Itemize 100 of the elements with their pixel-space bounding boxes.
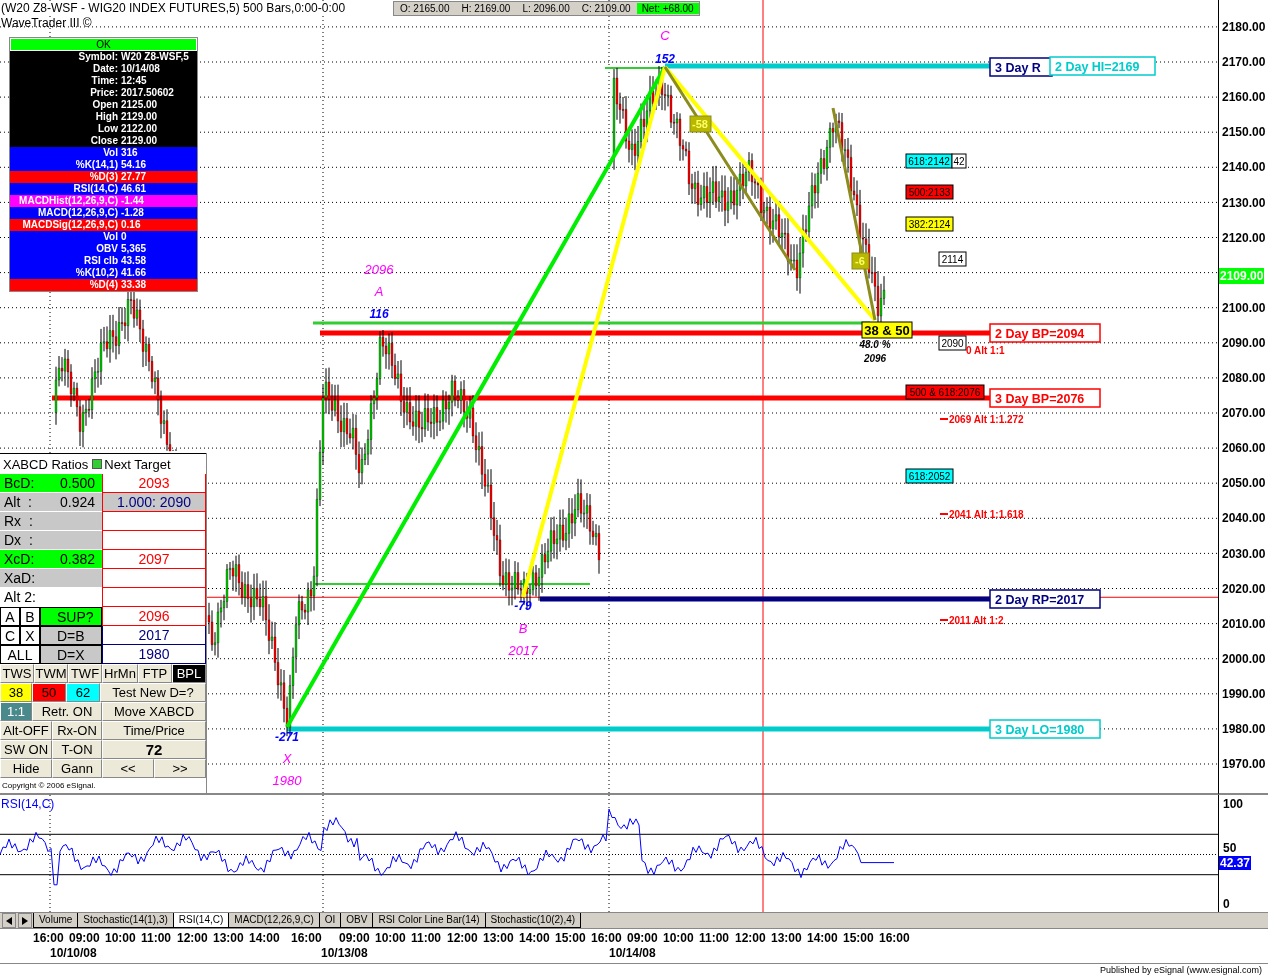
price-label: 2070.00 xyxy=(1222,406,1266,421)
indicator-tab[interactable]: Stochastic(14(1),3) xyxy=(77,913,174,928)
data-value: 54.16 xyxy=(121,159,148,171)
point-letter: X xyxy=(282,751,292,766)
data-label: Vol xyxy=(102,147,118,159)
data-label: %K(14,1) xyxy=(74,159,118,171)
scroll-left-button[interactable] xyxy=(2,913,16,928)
tool-button[interactable]: SW ON xyxy=(0,740,52,759)
data-value: 12:45 xyxy=(121,75,148,87)
price-label: 2000.00 xyxy=(1222,651,1266,666)
point-button[interactable]: ALL xyxy=(0,645,40,664)
price-label: 2170.00 xyxy=(1222,55,1266,70)
indicator-tab[interactable]: Stochastic(10(2),4) xyxy=(484,913,582,928)
tick-mark xyxy=(939,619,949,621)
indicator-tab[interactable]: RSI Color Line Bar(14) xyxy=(372,913,486,928)
price-label: 2130.00 xyxy=(1222,195,1266,210)
level-label: 2 Day HI=2169 xyxy=(1049,56,1156,76)
tool-button[interactable]: TWM xyxy=(34,664,68,683)
quote-value: H: 2169.00 xyxy=(460,3,512,14)
point-button[interactable]: X xyxy=(20,626,40,645)
fib-level-tag: 618:2052 xyxy=(905,468,954,484)
data-label: RSI(14,C) xyxy=(72,183,118,195)
data-value: 2125.00 xyxy=(121,99,159,111)
scroll-right-button[interactable] xyxy=(18,913,32,928)
tool-button[interactable]: Move XABCD xyxy=(102,702,206,721)
target-cell: 2093 xyxy=(102,474,206,493)
ratio-value: 0.382 xyxy=(60,551,96,567)
data-label: High xyxy=(94,111,118,123)
tool-button[interactable]: Time/Price xyxy=(102,721,206,740)
ok-button[interactable]: OK xyxy=(10,38,197,51)
ratio-name: Alt : xyxy=(4,494,33,510)
tool-button[interactable]: TWF xyxy=(68,664,102,683)
time-label: 11:00 xyxy=(411,931,442,945)
tool-button[interactable]: 50 xyxy=(32,683,66,702)
tool-button[interactable]: Retr. ON xyxy=(32,702,102,721)
tool-button[interactable]: Gann xyxy=(52,759,102,778)
data-value: 2129.00 xyxy=(121,135,159,147)
tool-button[interactable]: Hide xyxy=(0,759,52,778)
date-label: 10/14/08 xyxy=(609,946,656,960)
fib-level-tag: 42 xyxy=(951,153,967,169)
tool-button[interactable]: Test New D=? xyxy=(100,683,206,702)
ratio-name: Rx : xyxy=(4,513,34,529)
tool-button[interactable]: >> xyxy=(154,759,206,778)
price-label: 2140.00 xyxy=(1222,160,1266,175)
date-label: 10/10/08 xyxy=(50,946,97,960)
data-label: Close xyxy=(89,135,118,147)
tool-button[interactable]: 62 xyxy=(66,683,100,702)
quote-value: C: 2109.00 xyxy=(580,3,632,14)
point-button[interactable]: C xyxy=(0,626,20,645)
level-label: 2 Day RP=2017 xyxy=(989,589,1101,609)
rsi-label: 0 xyxy=(1223,897,1230,911)
data-label: Open xyxy=(91,99,118,111)
rsi-value: 42.37 xyxy=(1219,856,1252,870)
price-label: 2150.00 xyxy=(1222,125,1266,140)
ratio-name: BcD: xyxy=(4,475,36,491)
copyright-text: Copyright © 2006 eSignal. xyxy=(1,780,97,792)
indicator-tab[interactable]: Volume xyxy=(33,913,79,928)
tool-button[interactable]: HrMn xyxy=(102,664,138,683)
tool-button[interactable]: << xyxy=(102,759,154,778)
tool-button[interactable]: TWS xyxy=(0,664,34,683)
fib-level-tag: 382:2124 xyxy=(905,216,954,232)
ratio-value: 0.500 xyxy=(60,475,96,491)
price-label: 2010.00 xyxy=(1222,616,1266,631)
point-button[interactable]: A xyxy=(0,607,20,626)
level-label: 3 Day LO=1980 xyxy=(989,719,1101,739)
data-label: Low xyxy=(97,123,118,135)
time-label: 16:00 xyxy=(879,931,910,945)
time-label: 16:00 xyxy=(591,931,622,945)
price-label: 2120.00 xyxy=(1222,230,1266,245)
current-price: 2109.00 xyxy=(1219,268,1265,284)
time-label: 09:00 xyxy=(627,931,658,945)
indicator-tab[interactable]: RSI(14,C) xyxy=(172,913,230,928)
tool-button[interactable]: FTP xyxy=(138,664,172,683)
tool-button[interactable]: T-ON xyxy=(52,740,102,759)
tool-button[interactable]: 38 xyxy=(0,683,32,702)
retracement-percent: 48.0 % xyxy=(859,339,891,350)
date-label: 10/13/08 xyxy=(321,946,368,960)
price-label: 1970.00 xyxy=(1222,757,1266,772)
quote-value: L: 2096.00 xyxy=(521,3,571,14)
indicator-title: RSI(14,C) xyxy=(1,797,55,811)
point-price: 1980 xyxy=(272,773,302,788)
alt-target-note: 2011 Alt 1:2 xyxy=(949,615,1004,626)
tool-button[interactable]: 72 xyxy=(102,740,206,759)
data-value: 27.77 xyxy=(121,171,148,183)
indicator-tab[interactable]: MACD(12,26,9,C) xyxy=(228,913,320,928)
indicator-tab[interactable]: OBV xyxy=(340,913,374,928)
data-label: %D(3) xyxy=(88,171,118,183)
data-value: 0 xyxy=(121,231,128,243)
data-value: 41.66 xyxy=(121,267,148,279)
point-button[interactable]: B xyxy=(20,607,40,626)
time-label: 12:00 xyxy=(177,931,208,945)
target-cell: 1.000: 2090 xyxy=(102,493,206,512)
tool-button[interactable]: Rx-ON xyxy=(52,721,102,740)
tool-button[interactable]: Alt-OFF xyxy=(0,721,52,740)
fib-level-tag: 2114 xyxy=(938,251,967,267)
tick-mark xyxy=(939,513,949,515)
target-cell: 2017 xyxy=(102,626,206,645)
tool-button[interactable]: 1:1 xyxy=(0,702,32,721)
data-label: Vol xyxy=(102,231,118,243)
tool-button[interactable]: BPL xyxy=(172,664,206,683)
